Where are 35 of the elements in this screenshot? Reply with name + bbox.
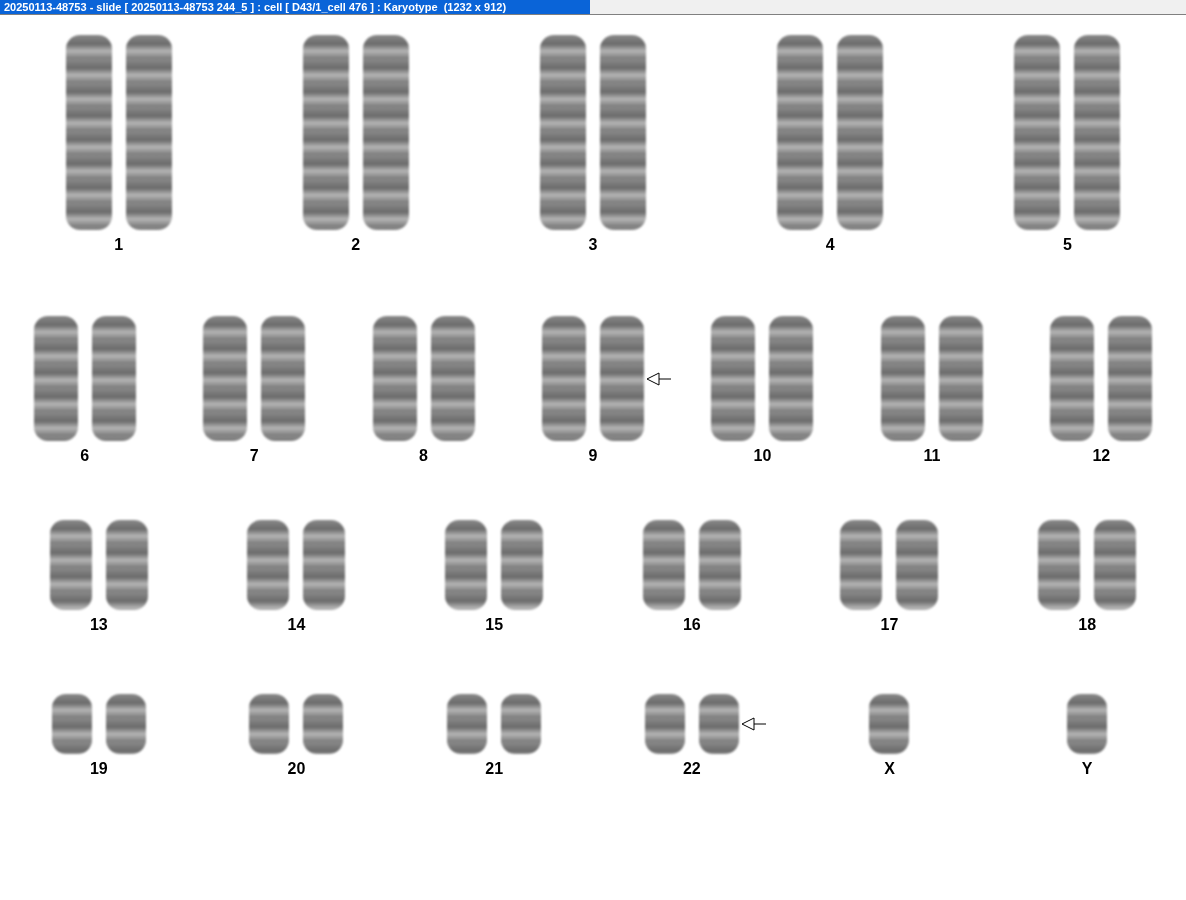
- chromosome-number: 1: [114, 236, 124, 254]
- chromosome-number: 3: [588, 236, 598, 254]
- chromosome-number: 4: [825, 236, 835, 254]
- chromosome-number: 9: [588, 447, 598, 465]
- chromosome: [51, 694, 92, 754]
- chromosome-number: 5: [1062, 236, 1072, 254]
- chromosome-number: 18: [1078, 616, 1097, 634]
- chromosome-number: Y: [1081, 760, 1093, 778]
- chromosome-number: 19: [89, 760, 108, 778]
- chromosome-number: 7: [249, 447, 259, 465]
- chromosome-number: 6: [80, 447, 90, 465]
- chromosome-number: 16: [682, 616, 701, 634]
- chromosome-number: 12: [1092, 447, 1111, 465]
- chromosome: [644, 694, 685, 754]
- chromosome-number: X: [884, 760, 895, 778]
- chromosome-number: 14: [287, 616, 306, 634]
- chromosome-number: 8: [419, 447, 428, 465]
- window-title: 20250113-48753 - slide [ 20250113-48753 244_5 ] : cell [ D43/1_cell 476 ] : Karyotype (1232 x 912): [0, 0, 590, 14]
- chromosome-number: 13: [89, 616, 108, 634]
- chromosome: [303, 694, 344, 754]
- chromosome: [869, 694, 910, 754]
- chromosome-number: 15: [485, 616, 504, 634]
- chromosome: [105, 694, 146, 754]
- chromosome-number: 21: [485, 760, 504, 778]
- chromosome: [1067, 694, 1108, 754]
- chromosome: [447, 694, 488, 754]
- chromosome: [249, 694, 290, 754]
- chromosome-number: 10: [753, 447, 772, 465]
- chromosome-number: 11: [923, 447, 941, 465]
- chromosome-number: 22: [682, 760, 701, 778]
- chromosome-number: 2: [351, 236, 361, 254]
- chromosome-number: 20: [287, 760, 306, 778]
- chromosome: [698, 694, 739, 754]
- chromosome-number: 17: [880, 616, 899, 634]
- chromosome: [501, 694, 542, 754]
